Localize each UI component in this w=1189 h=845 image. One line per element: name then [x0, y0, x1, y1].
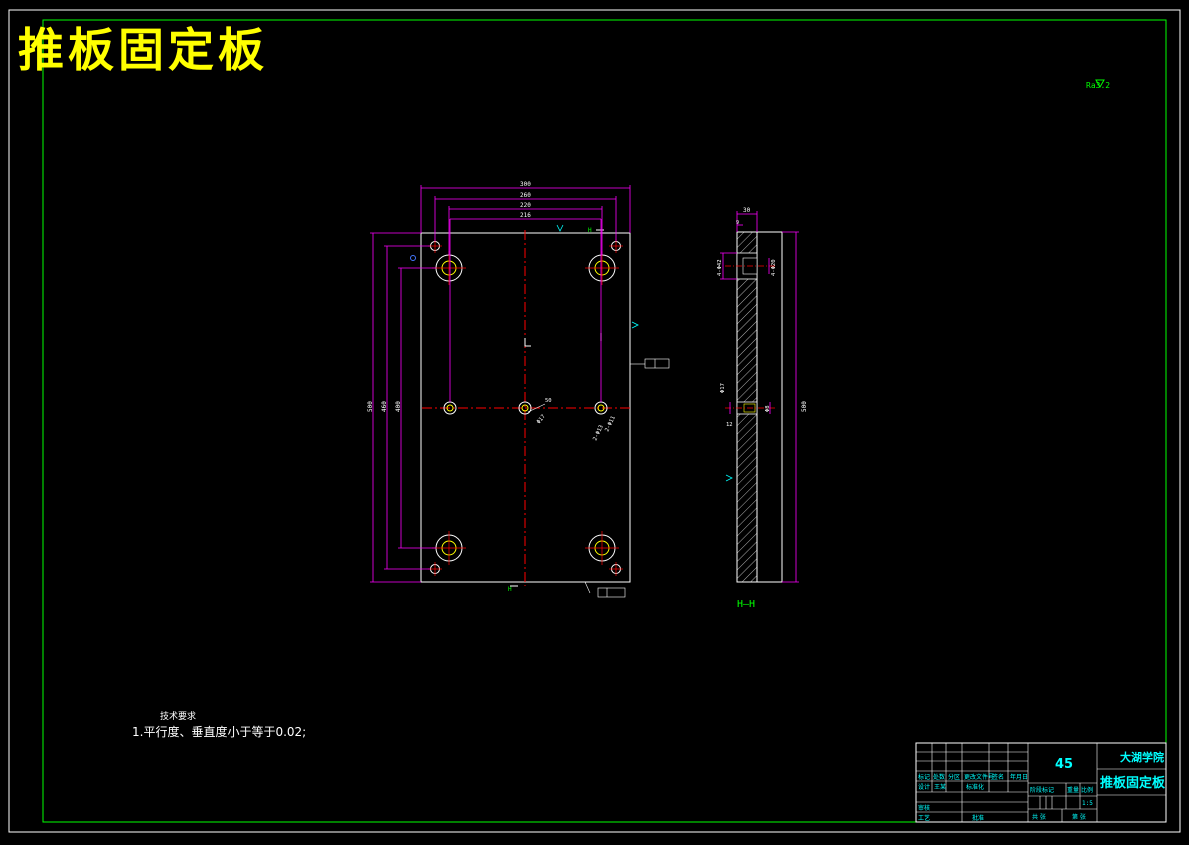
title-block: 标记 处数 分区 更改文件号 签名 年月日 设计 王某 标准化 审核 工艺 批准… [915, 742, 1167, 823]
drawing-sheet: Ra3.2 H H 300 260 220 216 500 460 400 2-… [0, 0, 1189, 841]
finish-mark-section [725, 474, 733, 482]
section-letter-top: H [588, 227, 592, 234]
dim-width-300: 300 [520, 181, 531, 188]
finish-mark-right [631, 321, 639, 329]
datum-mark [410, 255, 416, 261]
tb-label-sheet: 第 张 [1072, 813, 1086, 821]
tb-label-mark: 标记 [918, 773, 930, 781]
dim-thick-30: 30 [743, 207, 751, 214]
drawing-title: 推板固定板 [18, 23, 268, 77]
tech-req-heading: 技术要求 [160, 712, 197, 722]
dim-sec-d8: Φ8 [765, 405, 771, 412]
tol-frame-right [644, 358, 670, 369]
tb-label-design: 设计 [918, 783, 930, 791]
outer-border [8, 9, 1181, 833]
section-dimensions [720, 211, 799, 583]
inner-frame [42, 19, 1167, 823]
tb-label-signature: 签名 [992, 773, 1004, 781]
tb-label-ratio: 比例 [1081, 786, 1093, 794]
section-view: 30 9 4-Φ42 4-Φ20 500 Φ17 12 Φ8 H—H [717, 207, 808, 610]
section-label: H—H [737, 599, 755, 610]
section-letter-bottom: H [508, 586, 512, 593]
tb-label-zone: 分区 [948, 773, 960, 781]
tb-label-count: 处数 [933, 773, 945, 781]
callout-hole-b: 2-Φ11 [604, 415, 616, 433]
dim-height-460: 460 [381, 401, 388, 412]
tb-label-standard: 标准化 [966, 783, 984, 791]
tb-label-stage: 阶段标记 [1030, 786, 1054, 794]
tb-material: 45 [1055, 757, 1073, 772]
tb-school: 大湖学院 [1120, 750, 1164, 764]
tb-label-approve: 批准 [972, 814, 984, 822]
tb-label-review: 审核 [918, 804, 930, 812]
dim-height-500: 500 [367, 401, 374, 412]
tb-label-total: 共 张 [1032, 813, 1046, 821]
dim-side-500: 500 [801, 401, 808, 412]
dim-sec-d17: Φ17 [720, 383, 726, 393]
tb-designer: 王某 [934, 784, 946, 791]
dim-cb-b: 4-Φ20 [771, 259, 777, 276]
callout-hole-a: 2-Φ13 [592, 424, 604, 442]
callout-center-hole: Φ17 [536, 414, 547, 425]
dim-step-9: 9 [736, 220, 739, 226]
finish-mark-top [556, 224, 564, 232]
tech-req-line1: 1.平行度、垂直度小于等于0.02; [132, 725, 307, 739]
dim-sec-12: 12 [726, 422, 733, 428]
tb-label-date: 年月日 [1010, 773, 1028, 781]
tb-label-change-doc: 更改文件号 [964, 773, 994, 781]
tb-scale: 1:5 [1082, 800, 1093, 807]
tol-frame-bottom [597, 587, 626, 598]
dim-width-216: 216 [520, 212, 531, 219]
tb-label-weight: 重量 [1067, 786, 1079, 794]
dim-height-400: 400 [395, 401, 402, 412]
tb-part-name: 推板固定板 [1100, 775, 1166, 791]
dim-cb-a: 4-Φ42 [717, 259, 723, 276]
callout-center-depth: 50 [545, 398, 552, 404]
tol-leader-bottom [584, 581, 591, 594]
technical-requirements: 技术要求 1.平行度、垂直度小于等于0.02; [132, 710, 306, 740]
dim-width-220: 220 [520, 202, 531, 209]
tb-label-process: 工艺 [918, 814, 930, 822]
surface-finish-note: Ra3.2 [1086, 81, 1110, 90]
axis-marker-1 [524, 338, 531, 347]
front-view: H H 300 260 220 216 500 460 400 2-Φ13 2-… [367, 181, 670, 598]
dim-width-260: 260 [520, 192, 531, 199]
